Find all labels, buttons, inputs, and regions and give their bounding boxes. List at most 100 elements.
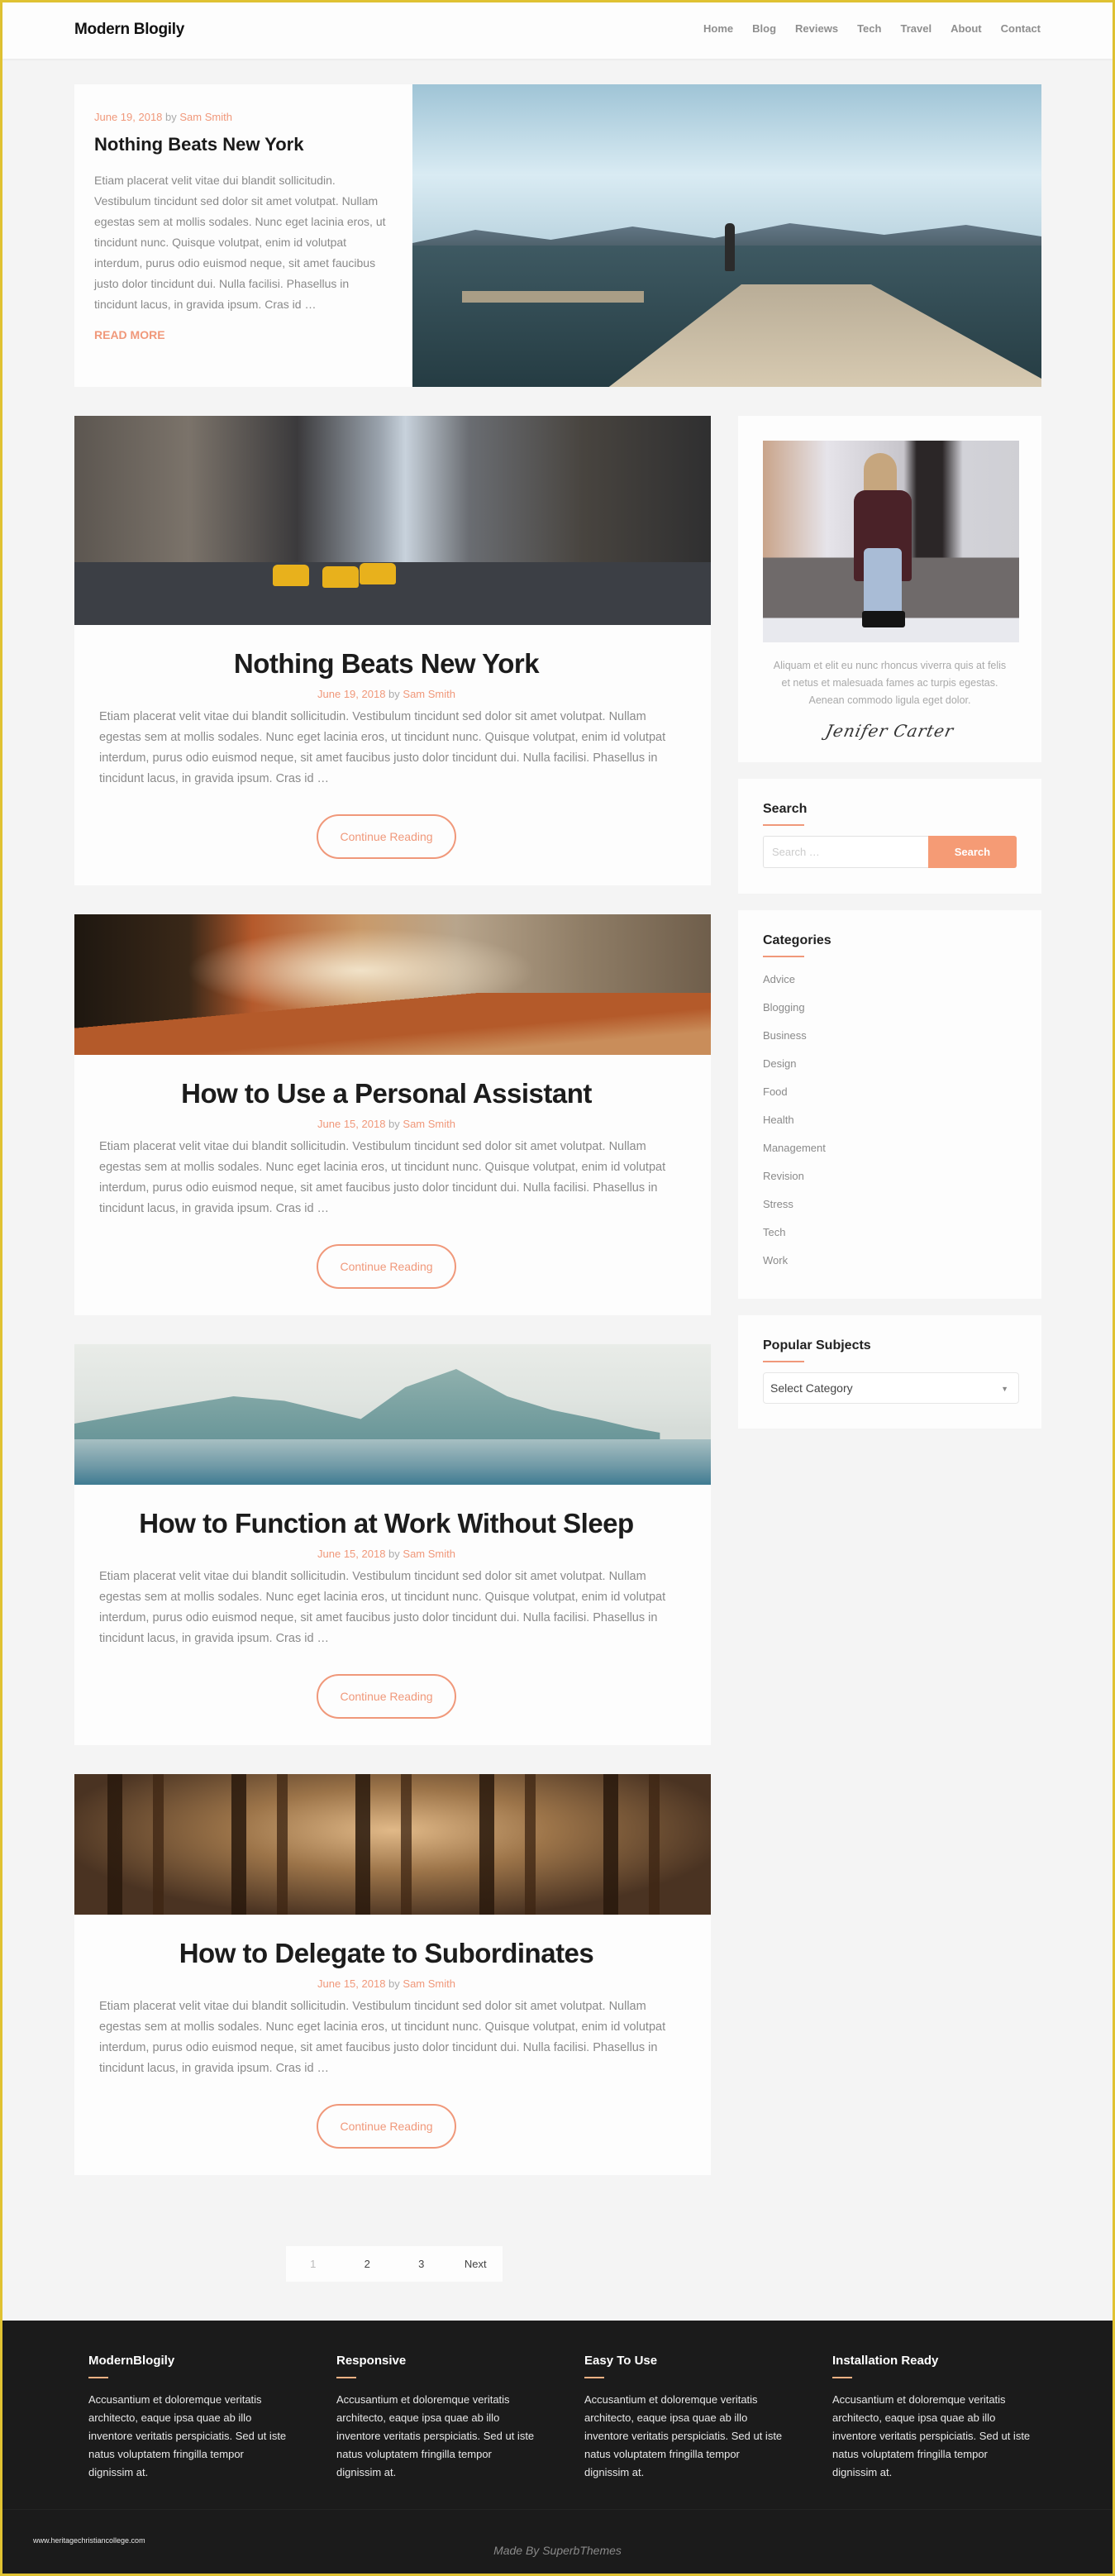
read-more-link[interactable]: READ MORE — [94, 328, 165, 341]
continue-reading-button[interactable]: Continue Reading — [317, 2104, 456, 2149]
category-link-revision[interactable]: Revision — [763, 1168, 1017, 1196]
category-link-work[interactable]: Work — [763, 1252, 1017, 1281]
category-link-tech[interactable]: Tech — [763, 1224, 1017, 1252]
title-underline — [88, 2377, 108, 2378]
search-button[interactable]: Search — [927, 836, 1017, 868]
image-sea — [74, 1439, 711, 1485]
post-author-link[interactable]: Sam Smith — [179, 111, 232, 123]
featured-post-image[interactable] — [412, 84, 1041, 387]
page-3-link[interactable]: 3 — [394, 2258, 449, 2270]
category-list: Advice Blogging Business Design Food Hea… — [763, 971, 1017, 1281]
sidebar: Aliquam et elit eu nunc rhoncus viverra … — [738, 416, 1041, 1445]
image-leaves — [74, 993, 711, 1055]
post-meta: June 15, 2018 by Sam Smith — [99, 1548, 674, 1560]
post-excerpt: Etiam placerat velit vitae dui blandit s… — [99, 2000, 666, 2075]
post-date-link[interactable]: June 15, 2018 — [317, 1118, 385, 1130]
post-body: Nothing Beats New York June 19, 2018 by … — [74, 625, 711, 885]
continue-reading-button[interactable]: Continue Reading — [317, 1674, 456, 1719]
post-date-link[interactable]: June 15, 2018 — [317, 1548, 385, 1560]
footer-column-title: ModernBlogily — [88, 2354, 175, 2368]
post-date-link[interactable]: June 19, 2018 — [317, 688, 385, 700]
by-label: by — [165, 111, 177, 123]
footer-columns: ModernBlogily Accusantium et doloremque … — [88, 2354, 1080, 2482]
category-link-stress[interactable]: Stress — [763, 1196, 1017, 1224]
nav-reviews[interactable]: Reviews — [795, 22, 838, 35]
post-title-link[interactable]: How to Use a Personal Assistant — [181, 1078, 592, 1109]
by-label: by — [388, 688, 400, 700]
post-body: How to Delegate to Subordinates June 15,… — [74, 1915, 711, 2175]
post-card: How to Use a Personal Assistant June 15,… — [74, 914, 711, 1315]
footer-column-text: Accusantium et doloremque veritatis arch… — [832, 2393, 1031, 2478]
post-title-link[interactable]: How to Function at Work Without Sleep — [139, 1508, 634, 1538]
widget-title: Popular Subjects — [763, 1338, 871, 1352]
post-title-link[interactable]: Nothing Beats New York — [234, 648, 540, 679]
post-list: Nothing Beats New York June 19, 2018 by … — [74, 416, 711, 2204]
nav-travel[interactable]: Travel — [900, 22, 932, 35]
footer-column-text: Accusantium et doloremque veritatis arch… — [584, 2393, 783, 2478]
footer-column-text: Accusantium et doloremque veritatis arch… — [336, 2393, 535, 2478]
continue-reading-button[interactable]: Continue Reading — [317, 1244, 456, 1289]
post-image[interactable] — [74, 914, 711, 1055]
author-signature: Jenifer Carter — [823, 721, 956, 741]
category-link-business[interactable]: Business — [763, 1028, 1017, 1056]
search-input[interactable] — [763, 836, 928, 868]
image-figure — [854, 449, 912, 631]
post-body: How to Function at Work Without Sleep Ju… — [74, 1485, 711, 1745]
post-author-link[interactable]: Sam Smith — [403, 1118, 455, 1130]
image-taxi — [273, 565, 309, 586]
page-1-current: 1 — [310, 2258, 317, 2270]
post-title[interactable]: How to Function at Work Without Sleep — [99, 1508, 674, 1539]
continue-reading-button[interactable]: Continue Reading — [317, 814, 456, 859]
category-link-management[interactable]: Management — [763, 1140, 1017, 1168]
post-card: How to Delegate to Subordinates June 15,… — [74, 1774, 711, 2175]
popular-subjects-widget: Popular Subjects Select Category ▼ — [738, 1315, 1041, 1429]
post-title[interactable]: Nothing Beats New York — [99, 648, 674, 680]
post-author-link[interactable]: Sam Smith — [403, 1977, 455, 1990]
image-taxi — [322, 566, 359, 588]
post-date-link[interactable]: June 15, 2018 — [317, 1977, 385, 1990]
featured-post-title[interactable]: Nothing Beats New York — [94, 134, 393, 155]
theme-credit[interactable]: Made By SuperbThemes — [2, 2544, 1113, 2557]
next-page-link[interactable]: Next — [449, 2258, 503, 2270]
select-value: Select Category — [770, 1381, 853, 1395]
nav-home[interactable]: Home — [703, 22, 733, 35]
post-excerpt: Etiam placerat velit vitae dui blandit s… — [99, 1570, 666, 1645]
title-underline — [763, 956, 804, 957]
post-author-link[interactable]: Sam Smith — [403, 688, 455, 700]
pagination: 1 2 3 Next — [286, 2246, 503, 2282]
footer-column-text: Accusantium et doloremque veritatis arch… — [88, 2393, 287, 2478]
category-select[interactable]: Select Category ▼ — [763, 1372, 1019, 1404]
title-underline — [832, 2377, 852, 2378]
site-title-link[interactable]: Modern Blogily — [74, 21, 184, 39]
post-title[interactable]: How to Use a Personal Assistant — [99, 1078, 674, 1109]
main-nav: Home Blog Reviews Tech Travel About Cont… — [684, 22, 1041, 35]
category-link-advice[interactable]: Advice — [763, 971, 1017, 999]
caret-down-icon: ▼ — [1001, 1385, 1008, 1393]
post-title[interactable]: How to Delegate to Subordinates — [99, 1938, 674, 1969]
category-link-food[interactable]: Food — [763, 1084, 1017, 1112]
post-body: How to Use a Personal Assistant June 15,… — [74, 1055, 711, 1315]
category-link-blogging[interactable]: Blogging — [763, 999, 1017, 1028]
post-image[interactable] — [74, 416, 711, 625]
post-excerpt: Etiam placerat velit vitae dui blandit s… — [99, 1140, 666, 1215]
post-image[interactable] — [74, 1344, 711, 1485]
page-2-link[interactable]: 2 — [341, 2258, 395, 2270]
post-image[interactable] — [74, 1774, 711, 1915]
featured-post-text: June 19, 2018 by Sam Smith Nothing Beats… — [74, 84, 412, 387]
image-jeans — [864, 548, 902, 618]
search-form: Search — [763, 836, 1017, 868]
featured-title-link[interactable]: Nothing Beats New York — [94, 134, 303, 155]
post-author-link[interactable]: Sam Smith — [403, 1548, 455, 1560]
category-link-health[interactable]: Health — [763, 1112, 1017, 1140]
nav-about[interactable]: About — [951, 22, 982, 35]
post-meta: June 15, 2018 by Sam Smith — [99, 1977, 674, 1990]
nav-tech[interactable]: Tech — [857, 22, 881, 35]
post-date-link[interactable]: June 19, 2018 — [94, 111, 162, 123]
post-title-link[interactable]: How to Delegate to Subordinates — [179, 1938, 594, 1968]
nav-blog[interactable]: Blog — [752, 22, 776, 35]
category-link-design[interactable]: Design — [763, 1056, 1017, 1084]
title-underline — [336, 2377, 356, 2378]
by-label: by — [388, 1118, 400, 1130]
footer-divider — [2, 2509, 1113, 2510]
nav-contact[interactable]: Contact — [1001, 22, 1041, 35]
